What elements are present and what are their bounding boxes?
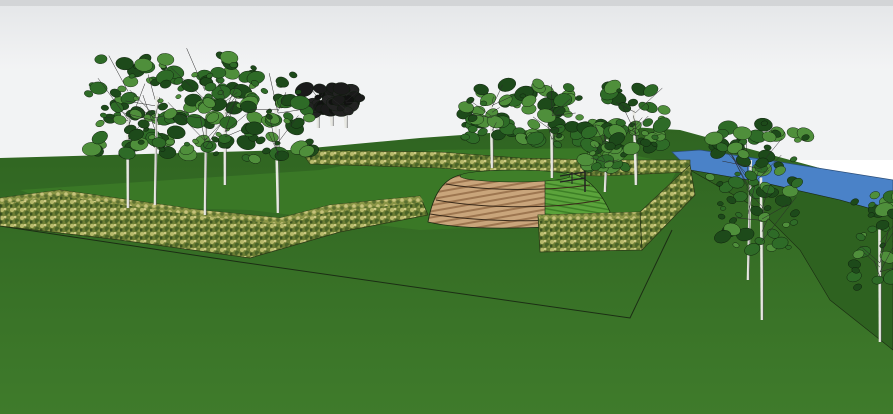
landscape-scene xyxy=(0,0,893,414)
haze-band xyxy=(0,0,893,6)
sky xyxy=(0,0,893,72)
sketchup-viewport[interactable] xyxy=(0,0,893,414)
